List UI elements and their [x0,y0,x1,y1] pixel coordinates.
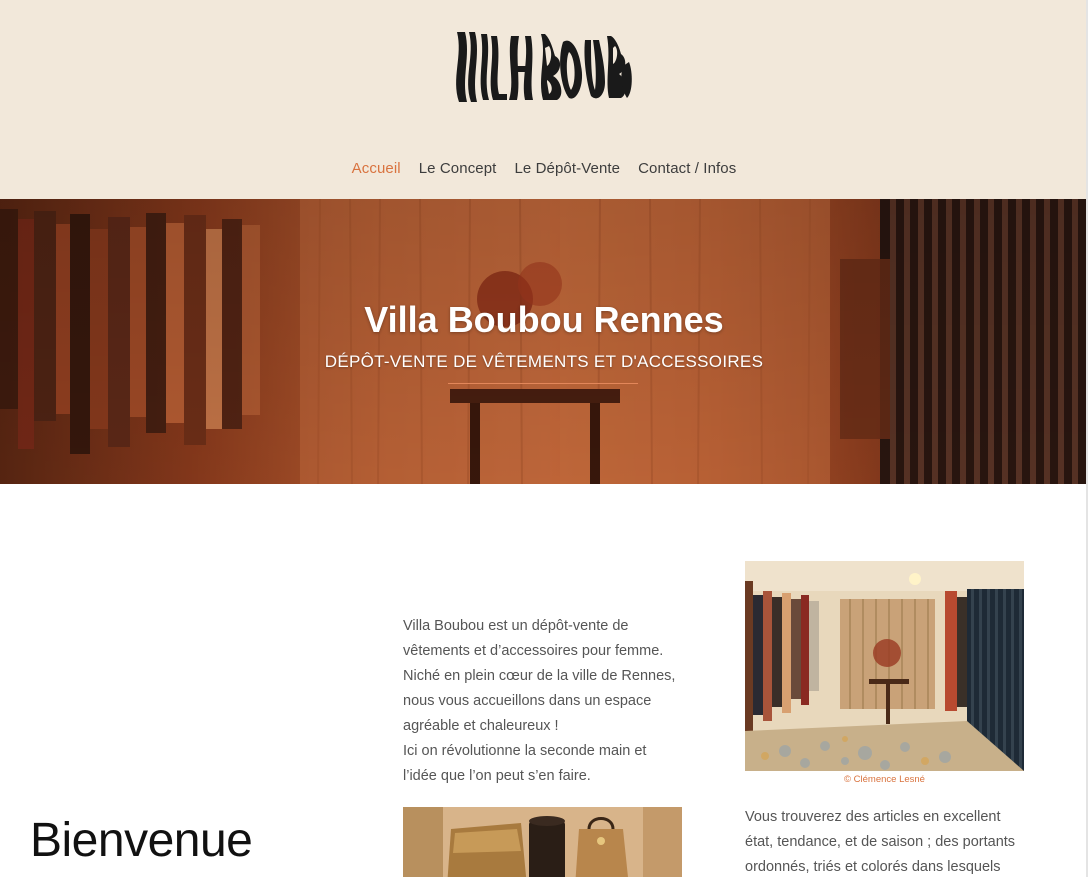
desc-line: Vous trouverez des articles en excellent [745,809,1001,825]
hero-subtitle: DÉPÔT-VENTE DE VÊTEMENTS ET D'ACCESSOIRE… [324,352,764,371]
hero-title: Villa Boubou Rennes [364,299,724,340]
welcome-heading: Bienvenue [30,814,253,867]
hero-divider [448,383,638,384]
main-navigation: Accueil Le Concept Le Dépôt-Vente Contac… [0,160,1088,177]
intro-line: agréable et chaleureux ! [403,718,559,734]
intro-line: vêtements et d’accessoires pour femme. [403,643,664,659]
nav-item-contact-infos[interactable]: Contact / Infos [638,160,736,177]
intro-line: Villa Boubou est un dépôt-vente de [403,618,629,634]
intro-line: Niché en plein cœur de la ville de Renne… [403,668,676,684]
description-text: Vous trouverez des articles en excellent… [745,805,1035,877]
store-photo [745,561,1024,771]
intro-line: l’idée que l’on peut s’en faire. [403,768,591,784]
bags-photo [403,807,682,877]
store-image [745,561,1024,771]
nav-item-le-concept[interactable]: Le Concept [419,160,497,177]
hero-background-image [0,199,1088,484]
intro-line: Ici on révolutionne la seconde main et [403,743,647,759]
site-header: Accueil Le Concept Le Dépôt-Vente Contac… [0,0,1088,199]
site-logo[interactable] [449,26,633,108]
logo-wordmark-icon [456,32,632,102]
bags-image [403,807,682,877]
desc-line: état, tendance, et de saison ; des porta… [745,834,1016,850]
nav-item-accueil[interactable]: Accueil [352,160,401,177]
photo-credit: © Clémence Lesné [844,774,925,785]
hero-banner: Villa Boubou Rennes DÉPÔT-VENTE DE VÊTEM… [0,199,1088,484]
nav-item-le-depot-vente[interactable]: Le Dépôt-Vente [514,160,620,177]
intro-line: nous vous accueillons dans un espace [403,693,652,709]
desc-line: ordonnés, triés et colorés dans lesquels [745,859,1001,875]
intro-text: Villa Boubou est un dépôt-vente de vêtem… [403,614,693,789]
